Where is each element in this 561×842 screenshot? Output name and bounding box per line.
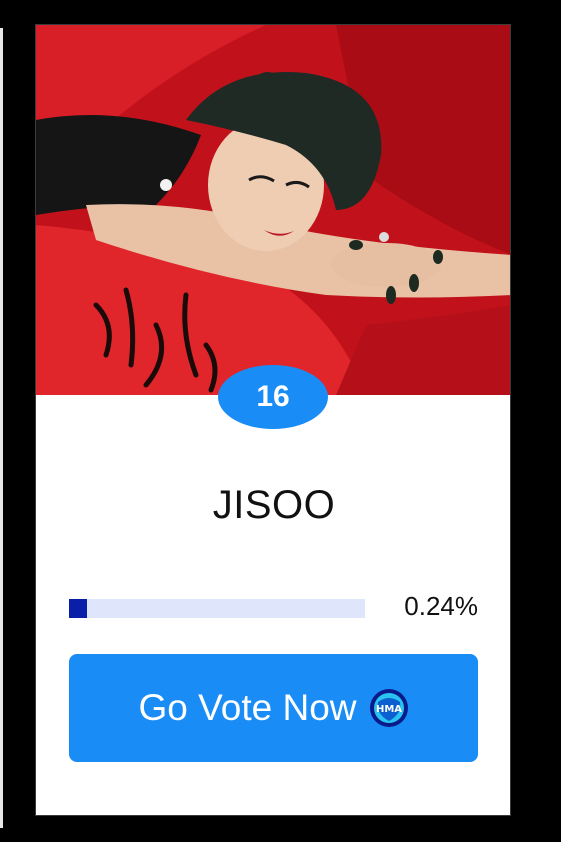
svg-text:HMA: HMA <box>375 704 401 715</box>
vote-button-label: Go Vote Now <box>138 687 357 728</box>
go-vote-now-button[interactable]: Go Vote Now HMA <box>69 654 478 762</box>
artist-photo <box>36 25 510 395</box>
vote-progress-bar <box>69 599 365 618</box>
hma-logo-icon: HMA <box>369 688 409 728</box>
rank-badge: 16 <box>218 365 328 429</box>
candidate-card: 16 JISOO 0.24% Go Vote Now HMA <box>35 24 511 816</box>
vote-percentage: 0.24% <box>404 591 478 621</box>
adjacent-card-edge <box>0 28 3 828</box>
vote-progress-fill <box>69 599 87 618</box>
candidate-name: JISOO <box>212 483 336 527</box>
